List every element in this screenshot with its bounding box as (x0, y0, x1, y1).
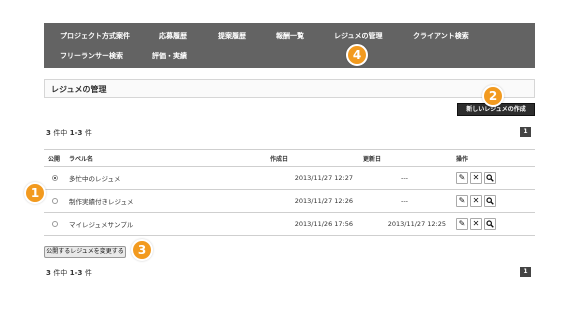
pencil-icon[interactable]: ✎ (456, 195, 468, 207)
created-date: 2013/11/27 12:26 (266, 189, 359, 213)
resume-label: 制作実績付きレジュメ (65, 189, 266, 213)
close-icon[interactable]: ✕ (470, 195, 482, 207)
change-public-resume-button[interactable]: 公開するレジュメを変更する (44, 246, 126, 258)
page-title-box: レジュメの管理 (44, 79, 535, 98)
col-label: ラベル名 (65, 149, 266, 167)
resume-label: マイレジュメサンプル (65, 212, 266, 236)
search-icon[interactable] (484, 195, 496, 207)
callout-badge-3: 3 (131, 239, 153, 261)
col-ops: 操作 (452, 149, 535, 167)
search-icon[interactable] (484, 172, 496, 184)
public-radio[interactable] (51, 221, 58, 227)
nav-resume-management[interactable]: レジュメの管理 (334, 32, 383, 41)
table-header-row: 公開 ラベル名 作成日 更新日 操作 (44, 149, 535, 167)
main-navbar: プロジェクト方式案件 応募履歴 提案履歴 報酬一覧 レジュメの管理 クライアント… (44, 23, 535, 68)
col-created: 作成日 (266, 149, 359, 167)
count-unit: 件 (84, 129, 92, 137)
count-unit: 件 (84, 269, 92, 277)
updated-date: --- (359, 189, 452, 213)
callout-badge-1: 1 (24, 182, 46, 204)
result-count-bottom: 3 件中 1-3 件 (46, 268, 92, 278)
table-row: 制作実績付きレジュメ 2013/11/27 12:26 --- ✎ ✕ (44, 189, 535, 213)
page-title: レジュメの管理 (51, 85, 107, 94)
created-date: 2013/11/26 17:56 (266, 212, 359, 236)
updated-date: 2013/11/27 12:25 (359, 212, 452, 236)
search-icon[interactable] (484, 218, 496, 230)
pencil-icon[interactable]: ✎ (456, 218, 468, 230)
created-date: 2013/11/27 12:27 (266, 166, 359, 190)
nav-proposal-history[interactable]: 提案履歴 (218, 32, 246, 41)
nav-freelancer-search[interactable]: フリーランサー検索 (60, 52, 123, 61)
nav-application-history[interactable]: 応募履歴 (159, 32, 187, 41)
callout-badge-2: 2 (482, 85, 504, 107)
col-updated: 更新日 (359, 149, 452, 167)
result-count-top: 3 件中 1-3 件 (46, 128, 92, 138)
table-row: マイレジュメサンプル 2013/11/26 17:56 2013/11/27 1… (44, 212, 535, 236)
public-radio[interactable] (51, 198, 58, 204)
callout-badge-4: 4 (346, 44, 368, 66)
close-icon[interactable]: ✕ (470, 218, 482, 230)
count-range: 1-3 (69, 129, 83, 137)
resume-label: 多忙中のレジュメ (65, 166, 266, 190)
count-text: 件中 (53, 269, 68, 277)
resume-table: 公開 ラベル名 作成日 更新日 操作 多忙中のレジュメ 2013/11/27 1… (44, 149, 535, 236)
updated-date: --- (359, 166, 452, 190)
col-public: 公開 (44, 149, 65, 167)
table-row: 多忙中のレジュメ 2013/11/27 12:27 --- ✎ ✕ (44, 166, 535, 190)
nav-reward-list[interactable]: 報酬一覧 (276, 32, 304, 41)
pencil-icon[interactable]: ✎ (456, 172, 468, 184)
count-range: 1-3 (69, 269, 83, 277)
pagination-page-bottom[interactable]: 1 (520, 267, 531, 277)
nav-client-search[interactable]: クライアント検索 (413, 32, 469, 41)
public-radio[interactable] (51, 175, 58, 181)
count-total: 3 (46, 269, 51, 277)
nav-ratings-results[interactable]: 評価・実績 (152, 52, 187, 61)
count-total: 3 (46, 129, 51, 137)
count-text: 件中 (53, 129, 68, 137)
nav-project-jobs[interactable]: プロジェクト方式案件 (60, 32, 130, 41)
pagination-page-top[interactable]: 1 (520, 127, 531, 137)
close-icon[interactable]: ✕ (470, 172, 482, 184)
